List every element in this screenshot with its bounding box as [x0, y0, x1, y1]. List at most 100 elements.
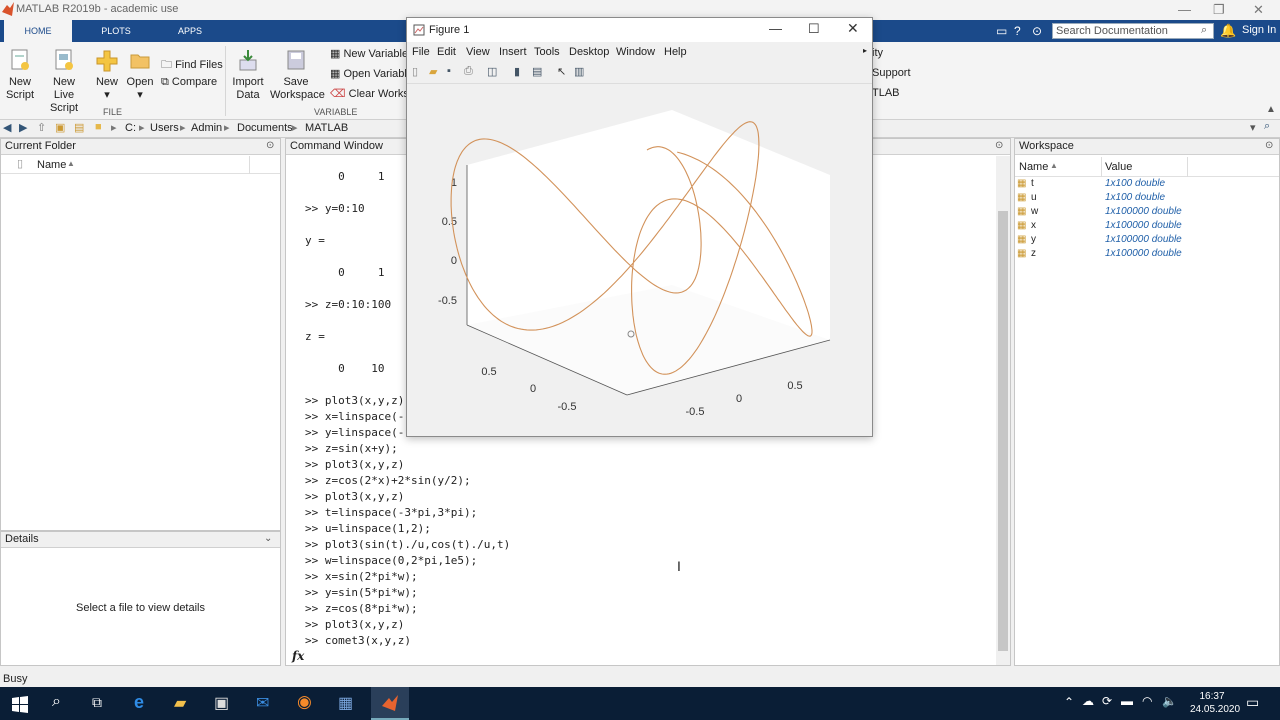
tab-apps[interactable]: APPS: [160, 20, 220, 42]
tab-plots[interactable]: PLOTS: [86, 20, 146, 42]
search-input[interactable]: Search Documentation ⌕: [1052, 23, 1214, 39]
learn-matlab-link[interactable]: TLAB: [872, 87, 900, 99]
mail-icon[interactable]: ✉: [256, 693, 269, 713]
clock[interactable]: 16:37 24.05.2020: [1190, 690, 1240, 716]
print-icon[interactable]: ⎙: [464, 65, 473, 78]
colorbar-icon[interactable]: ▮: [514, 65, 520, 78]
sign-in-link[interactable]: Sign In: [1242, 24, 1276, 36]
show-hidden-icons[interactable]: ⌃: [1064, 695, 1074, 709]
matlab-taskbar-button[interactable]: [371, 687, 409, 720]
minimize-icon[interactable]: —: [769, 21, 782, 36]
search-icon[interactable]: ⌕: [52, 693, 61, 711]
menu-file[interactable]: File: [412, 46, 430, 58]
workspace-row[interactable]: ▦ y 1x100000 double: [1017, 234, 1277, 248]
legend-icon[interactable]: ▤: [532, 65, 542, 78]
cloud-icon[interactable]: ☁: [1082, 694, 1094, 708]
scrollbar-track[interactable]: [996, 156, 1010, 665]
workspace-row[interactable]: ▦ x 1x100000 double: [1017, 220, 1277, 234]
search-folder-icon[interactable]: ⌕: [1264, 120, 1270, 133]
menu-desktop[interactable]: Desktop: [569, 46, 609, 58]
minimize-icon[interactable]: —: [1178, 2, 1191, 17]
new-button[interactable]: New ▾: [95, 48, 119, 102]
chevron-down-icon[interactable]: ⌄: [264, 533, 272, 544]
ws-value-column[interactable]: Value: [1105, 161, 1132, 173]
menu-overflow-icon[interactable]: ▸: [863, 46, 867, 55]
variable-name: y: [1031, 234, 1036, 245]
path-item-documents[interactable]: Documents: [237, 122, 293, 134]
save-icon[interactable]: ▪: [447, 65, 451, 77]
volume-icon[interactable]: 🔈: [1162, 694, 1177, 708]
new-figure-icon[interactable]: ▯: [412, 65, 418, 78]
name-column-header[interactable]: Name: [37, 159, 66, 171]
help-menu-icon[interactable]: ⊙: [1032, 24, 1042, 38]
close-icon[interactable]: ✕: [1253, 2, 1264, 18]
task-view-icon[interactable]: ⧉: [92, 694, 102, 711]
tab-home[interactable]: HOME: [4, 20, 72, 42]
path-dropdown-icon[interactable]: ▾: [1250, 121, 1256, 134]
variable-value: 1x100000 double: [1105, 220, 1182, 231]
help-icon[interactable]: ?: [1014, 24, 1021, 38]
forward-icon[interactable]: ▶: [19, 121, 27, 134]
path-item-users[interactable]: Users: [150, 122, 179, 134]
menu-view[interactable]: View: [466, 46, 490, 58]
store-icon[interactable]: ▣: [214, 693, 229, 713]
save-workspace-button[interactable]: Save Workspace: [270, 48, 325, 102]
figure-window[interactable]: Figure 1 — ☐ ✕ File Edit View Insert Too…: [406, 17, 873, 437]
panel-actions-icon[interactable]: ⊙: [995, 140, 1003, 151]
menu-help[interactable]: Help: [664, 46, 687, 58]
open-variable-button[interactable]: ▦ Open Variable: [330, 67, 413, 80]
command-line: >> w=linspace(0,2*pi,1e5);: [305, 554, 478, 567]
menu-window[interactable]: Window: [616, 46, 655, 58]
close-icon[interactable]: ✕: [847, 20, 859, 37]
open-button[interactable]: Open ▾: [126, 48, 154, 102]
up-folder-icon[interactable]: ⇧: [37, 121, 46, 134]
open-file-icon[interactable]: ▰: [429, 65, 437, 78]
path-item-admin[interactable]: Admin: [191, 122, 222, 134]
layout-icon[interactable]: ▭: [996, 24, 1007, 38]
workspace-row[interactable]: ▦ w 1x100000 double: [1017, 206, 1277, 220]
new-live-script-button[interactable]: New Live Script: [40, 48, 88, 115]
menu-edit[interactable]: Edit: [437, 46, 456, 58]
firefox-icon[interactable]: ◉: [297, 692, 312, 712]
file-explorer-icon[interactable]: ▰: [174, 693, 186, 713]
edge-icon[interactable]: e: [134, 692, 144, 713]
workspace-row[interactable]: ▦ z 1x100000 double: [1017, 248, 1277, 262]
collapse-ribbon-icon[interactable]: ▲: [1266, 104, 1276, 115]
workspace-row[interactable]: ▦ u 1x100 double: [1017, 192, 1277, 206]
path-item-drive[interactable]: C:: [125, 122, 136, 134]
wifi-icon[interactable]: ◠: [1142, 694, 1152, 708]
community-link[interactable]: ity: [872, 47, 883, 59]
panel-actions-icon[interactable]: ⊙: [1265, 140, 1273, 151]
variable-value: 1x100000 double: [1105, 248, 1182, 259]
path-item-matlab[interactable]: MATLAB: [305, 122, 348, 134]
request-support-link[interactable]: Support: [872, 67, 911, 79]
command-line: >> comet3(x,y,z): [305, 634, 411, 647]
maximize-icon[interactable]: ☐: [808, 21, 820, 37]
new-variable-button[interactable]: ▦ New Variable: [330, 47, 408, 60]
maximize-icon[interactable]: ❐: [1213, 2, 1225, 18]
menu-insert[interactable]: Insert: [499, 46, 527, 58]
notification-icon[interactable]: 🔔: [1220, 23, 1236, 39]
find-files-button[interactable]: 🗀 Find Files: [161, 56, 223, 75]
battery-icon[interactable]: ▬: [1121, 694, 1133, 708]
pointer-icon[interactable]: ↖: [557, 65, 566, 78]
panel-actions-icon[interactable]: ⊙: [266, 140, 274, 151]
browse-folder-icon[interactable]: ▣: [55, 121, 65, 134]
link-plot-icon[interactable]: ◫: [487, 65, 497, 78]
new-script-button[interactable]: New Script: [5, 48, 35, 102]
menu-tools[interactable]: Tools: [534, 46, 560, 58]
app-window-icon[interactable]: ▦: [338, 693, 353, 713]
windows-start-icon[interactable]: [10, 694, 30, 714]
open-folder-icon[interactable]: ▤: [74, 121, 84, 134]
import-data-button[interactable]: Import Data: [230, 48, 266, 102]
plot-area[interactable]: 10.50-0.50.50-0.5 -0.500.5: [407, 85, 872, 436]
workspace-row[interactable]: ▦ t 1x100 double: [1017, 178, 1277, 192]
ws-name-column[interactable]: Name: [1019, 161, 1048, 173]
notifications-icon[interactable]: ▭: [1246, 694, 1259, 711]
compare-button[interactable]: ⧉ Compare: [161, 76, 217, 89]
back-icon[interactable]: ◀: [3, 121, 11, 134]
scrollbar-thumb[interactable]: [998, 211, 1008, 651]
property-inspector-icon[interactable]: ▥: [574, 65, 584, 78]
search-placeholder: Search Documentation: [1056, 25, 1168, 37]
sync-icon[interactable]: ⟳: [1102, 694, 1112, 708]
